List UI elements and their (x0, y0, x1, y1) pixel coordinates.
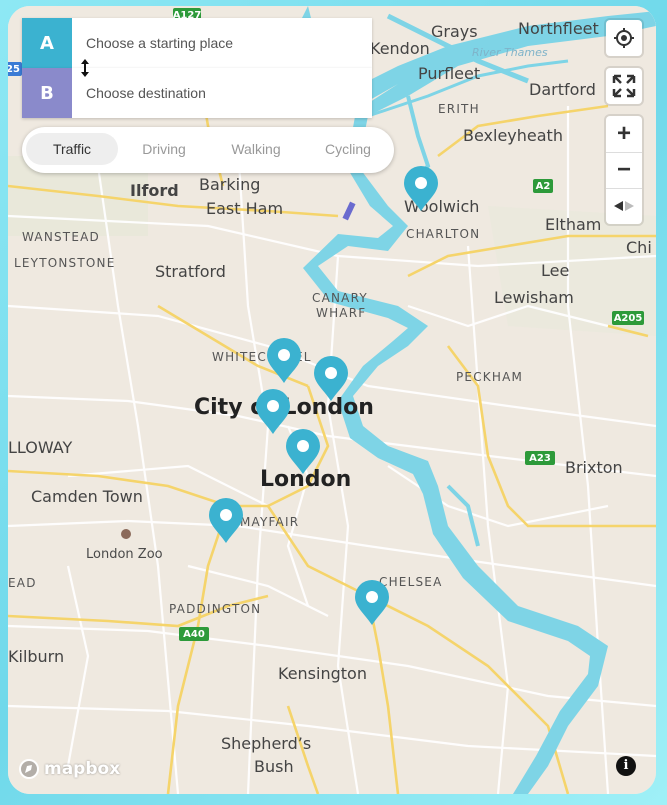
svg-text:A205: A205 (614, 313, 643, 324)
fullscreen-button[interactable] (606, 68, 642, 104)
crosshair-icon (614, 28, 634, 48)
label-kendon: Kendon (370, 39, 430, 58)
mapbox-logo-icon (19, 759, 39, 779)
road-shield-a205: A205 (612, 311, 644, 325)
origin-badge: A (22, 18, 72, 68)
label-erith: ERITH (438, 102, 480, 116)
tab-cycling[interactable]: Cycling (302, 133, 394, 165)
label-paddington: PADDINGTON (169, 602, 261, 616)
label-dartford: Dartford (529, 80, 596, 99)
navigation-control: + − (606, 116, 642, 224)
label-lee: Lee (541, 261, 569, 280)
label-northfleet: Northfleet (518, 19, 599, 38)
geolocate-control (606, 20, 642, 56)
label-london: London (260, 467, 351, 492)
label-kilburn: Kilburn (8, 647, 64, 666)
label-shepherds-bush-2: Bush (254, 757, 294, 776)
map-canvas[interactable]: A127 25 A2 A205 A23 A40 Northfleet Grays… (8, 6, 656, 794)
label-head: EAD (8, 576, 37, 590)
label-kensington: Kensington (278, 664, 367, 683)
label-grays: Grays (431, 22, 478, 41)
label-purfleet: Purfleet (418, 64, 480, 83)
origin-input[interactable] (84, 34, 358, 52)
road-shield-a40: A40 (179, 627, 209, 641)
destination-badge: B (22, 68, 72, 118)
svg-text:25: 25 (8, 64, 20, 75)
label-bexleyheath: Bexleyheath (463, 126, 563, 145)
label-leytonstone: LEYTONSTONE (14, 256, 116, 270)
label-river-thames: River Thames (472, 46, 548, 59)
zoo-icon (121, 529, 131, 539)
mapbox-logo[interactable]: mapbox (18, 758, 120, 780)
tab-driving[interactable]: Driving (118, 133, 210, 165)
label-mayfair: MAYFAIR (240, 515, 299, 529)
fullscreen-control (606, 68, 642, 104)
label-barking: Barking (199, 175, 260, 194)
label-charlton: CHARLTON (406, 227, 480, 241)
label-camden-town: Camden Town (31, 487, 143, 506)
expand-icon (612, 74, 636, 98)
label-peckham: PECKHAM (456, 370, 523, 384)
swap-direction-icon[interactable] (78, 58, 92, 78)
zoom-in-button[interactable]: + (606, 116, 642, 153)
tab-traffic[interactable]: Traffic (26, 133, 118, 165)
label-holloway: LLOWAY (8, 438, 73, 457)
travel-mode-tabs: Traffic Driving Walking Cycling (22, 127, 394, 173)
zoom-out-button[interactable]: − (606, 152, 642, 189)
label-lewisham: Lewisham (494, 288, 574, 307)
label-eltham: Eltham (545, 215, 601, 234)
label-chelsea: CHELSEA (379, 575, 442, 589)
label-canary-wharf-1: CANARY (312, 291, 368, 305)
svg-text:A23: A23 (529, 453, 551, 464)
mapbox-logo-text: mapbox (44, 759, 121, 779)
map-container[interactable]: A127 25 A2 A205 A23 A40 Northfleet Grays… (8, 6, 656, 794)
geolocate-button[interactable] (606, 20, 642, 56)
road-shield-a2: A2 (533, 179, 553, 193)
compass-button[interactable] (606, 188, 642, 224)
destination-row: B (22, 68, 372, 118)
tab-walking[interactable]: Walking (210, 133, 302, 165)
origin-row: A (22, 18, 372, 68)
label-london-zoo: London Zoo (86, 547, 163, 562)
directions-panel: A B (22, 18, 372, 118)
label-stratford: Stratford (155, 262, 226, 281)
label-ilford: Ilford (130, 181, 179, 200)
road-shield-m25: 25 (8, 62, 22, 76)
label-canary-wharf-2: WHARF (316, 306, 366, 320)
road-shield-a23: A23 (525, 451, 555, 465)
label-brixton: Brixton (565, 458, 623, 477)
svg-text:A40: A40 (183, 629, 205, 640)
label-chi: Chi (626, 238, 652, 257)
label-east-ham: East Ham (206, 199, 283, 218)
compass-icon (614, 201, 634, 211)
label-wanstead: WANSTEAD (22, 230, 100, 244)
svg-text:A2: A2 (536, 181, 551, 192)
label-shepherds-bush-1: Shepherd’s (221, 734, 311, 753)
attribution-info-button[interactable]: i (616, 756, 636, 776)
destination-input[interactable] (84, 84, 358, 102)
